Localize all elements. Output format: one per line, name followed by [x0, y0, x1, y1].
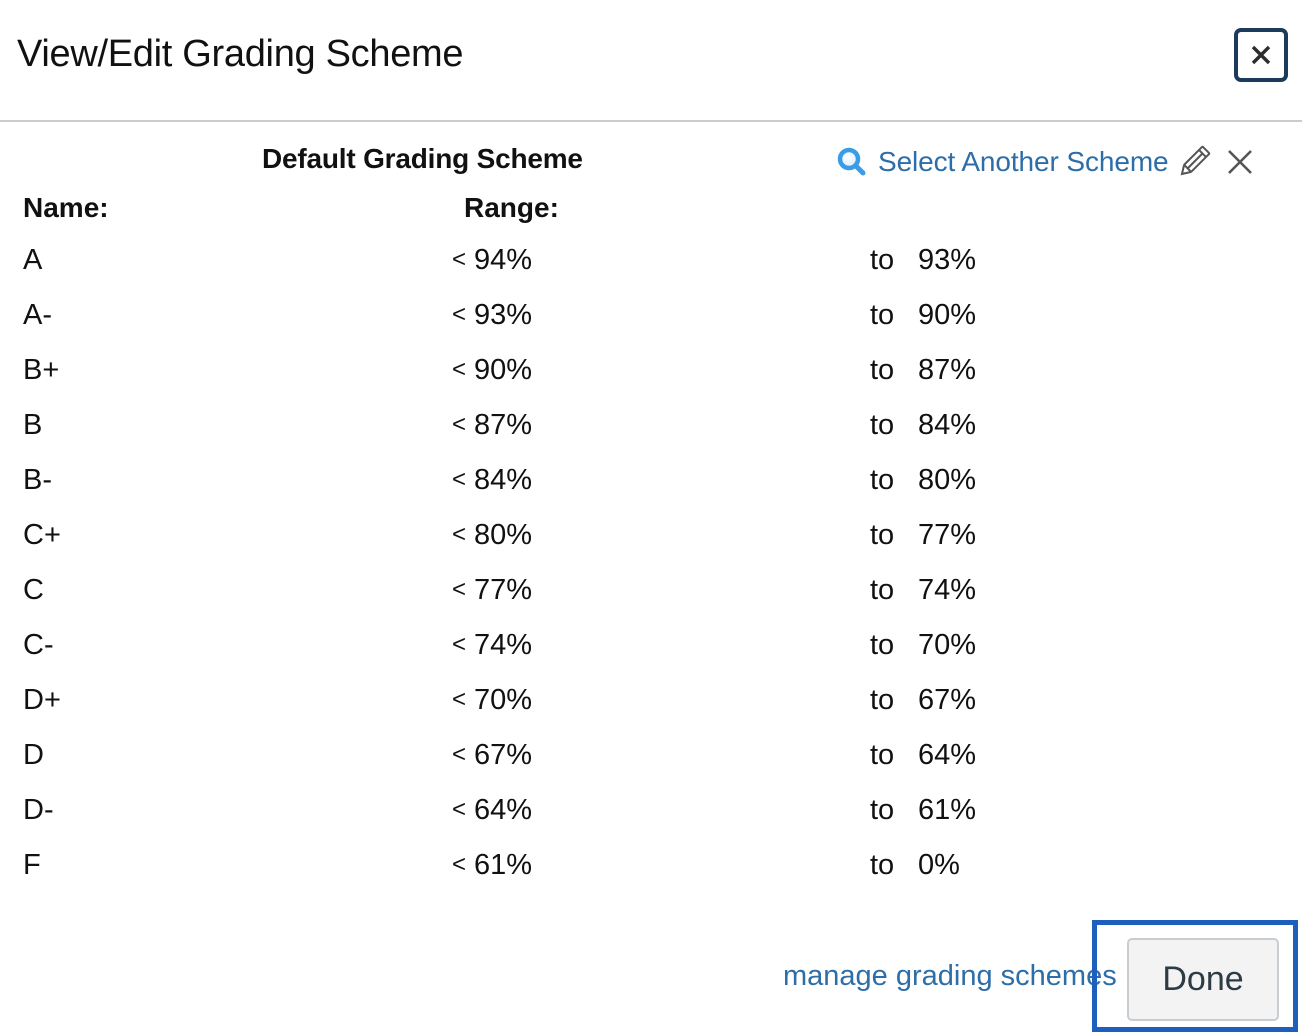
range-upper: <80%	[452, 519, 532, 552]
to-label: to	[870, 244, 895, 276]
to-label: to	[870, 739, 895, 771]
less-than-symbol: <	[452, 576, 467, 603]
less-than-symbol: <	[452, 521, 467, 548]
upper-value: 90%	[474, 354, 533, 386]
table-row: F <61% to 0%	[0, 839, 1302, 894]
to-label: to	[870, 519, 895, 551]
dialog-title: View/Edit Grading Scheme	[17, 33, 464, 75]
grade-name: C	[23, 574, 44, 606]
range-upper: <84%	[452, 464, 532, 497]
pencil-icon[interactable]	[1175, 143, 1213, 181]
range-lower: 67%	[918, 684, 977, 716]
grading-scheme-table: A <94% to 93% A- <93% to 90% B+ <90% to 87% B <87% to 8…	[0, 234, 1302, 894]
to-label: to	[870, 684, 895, 716]
range-lower: 93%	[918, 244, 977, 276]
range-lower: 74%	[918, 574, 977, 606]
range-upper: <74%	[452, 629, 532, 662]
upper-value: 94%	[474, 244, 533, 276]
range-upper: <77%	[452, 574, 532, 607]
less-than-symbol: <	[452, 411, 467, 438]
grade-name: D-	[23, 794, 54, 826]
range-lower: 90%	[918, 299, 977, 331]
less-than-symbol: <	[452, 631, 467, 658]
grade-name: A	[23, 244, 43, 276]
to-label: to	[870, 849, 895, 881]
table-row: C+ <80% to 77%	[0, 509, 1302, 564]
table-row: C- <74% to 70%	[0, 619, 1302, 674]
scheme-actions: Select Another Scheme	[836, 140, 1255, 184]
less-than-symbol: <	[452, 246, 467, 273]
range-lower: 70%	[918, 629, 977, 661]
less-than-symbol: <	[452, 356, 467, 383]
upper-value: 80%	[474, 519, 533, 551]
to-label: to	[870, 354, 895, 386]
search-icon[interactable]	[836, 146, 868, 178]
upper-value: 84%	[474, 464, 533, 496]
upper-value: 64%	[474, 794, 533, 826]
close-icon	[1251, 45, 1271, 65]
manage-grading-schemes-link[interactable]: manage grading schemes	[783, 960, 1117, 993]
range-lower: 84%	[918, 409, 977, 441]
range-upper: <61%	[452, 849, 532, 882]
upper-value: 93%	[474, 299, 533, 331]
grade-name: C-	[23, 629, 54, 661]
grade-name: B	[23, 409, 43, 441]
close-dialog-button[interactable]	[1234, 28, 1288, 82]
range-upper: <87%	[452, 409, 532, 442]
table-row: D+ <70% to 67%	[0, 674, 1302, 729]
table-row: A- <93% to 90%	[0, 289, 1302, 344]
done-button[interactable]: Done	[1127, 938, 1279, 1021]
to-label: to	[870, 299, 895, 331]
grade-name: B-	[23, 464, 52, 496]
to-label: to	[870, 574, 895, 606]
range-lower: 80%	[918, 464, 977, 496]
range-lower: 64%	[918, 739, 977, 771]
less-than-symbol: <	[452, 301, 467, 328]
range-column-header: Range:	[464, 192, 559, 223]
range-lower: 87%	[918, 354, 977, 386]
grade-name: F	[23, 849, 41, 881]
scheme-title: Default Grading Scheme	[262, 143, 583, 174]
table-row: C <77% to 74%	[0, 564, 1302, 619]
upper-value: 61%	[474, 849, 533, 881]
range-upper: <90%	[452, 354, 532, 387]
upper-value: 74%	[474, 629, 533, 661]
less-than-symbol: <	[452, 686, 467, 713]
range-upper: <93%	[452, 299, 532, 332]
range-lower: 0%	[918, 849, 960, 881]
to-label: to	[870, 464, 895, 496]
upper-value: 70%	[474, 684, 533, 716]
to-label: to	[870, 409, 895, 441]
grade-name: B+	[23, 354, 60, 386]
range-upper: <67%	[452, 739, 532, 772]
range-upper: <94%	[452, 244, 532, 277]
range-lower: 61%	[918, 794, 977, 826]
table-row: D- <64% to 61%	[0, 784, 1302, 839]
less-than-symbol: <	[452, 851, 467, 878]
range-lower: 77%	[918, 519, 977, 551]
less-than-symbol: <	[452, 741, 467, 768]
x-icon[interactable]	[1225, 147, 1255, 177]
select-another-scheme-link[interactable]: Select Another Scheme	[878, 146, 1169, 178]
range-upper: <70%	[452, 684, 532, 717]
table-row: B <87% to 84%	[0, 399, 1302, 454]
grade-name: C+	[23, 519, 61, 551]
grade-name: A-	[23, 299, 52, 331]
to-label: to	[870, 794, 895, 826]
upper-value: 67%	[474, 739, 533, 771]
less-than-symbol: <	[452, 796, 467, 823]
grade-name: D	[23, 739, 44, 771]
table-row: B- <84% to 80%	[0, 454, 1302, 509]
name-column-header: Name:	[23, 192, 109, 223]
table-row: A <94% to 93%	[0, 234, 1302, 289]
upper-value: 87%	[474, 409, 533, 441]
less-than-symbol: <	[452, 466, 467, 493]
table-row: B+ <90% to 87%	[0, 344, 1302, 399]
to-label: to	[870, 629, 895, 661]
range-upper: <64%	[452, 794, 532, 827]
dialog-header: View/Edit Grading Scheme	[0, 0, 1302, 122]
grade-name: D+	[23, 684, 61, 716]
table-row: D <67% to 64%	[0, 729, 1302, 784]
upper-value: 77%	[474, 574, 533, 606]
